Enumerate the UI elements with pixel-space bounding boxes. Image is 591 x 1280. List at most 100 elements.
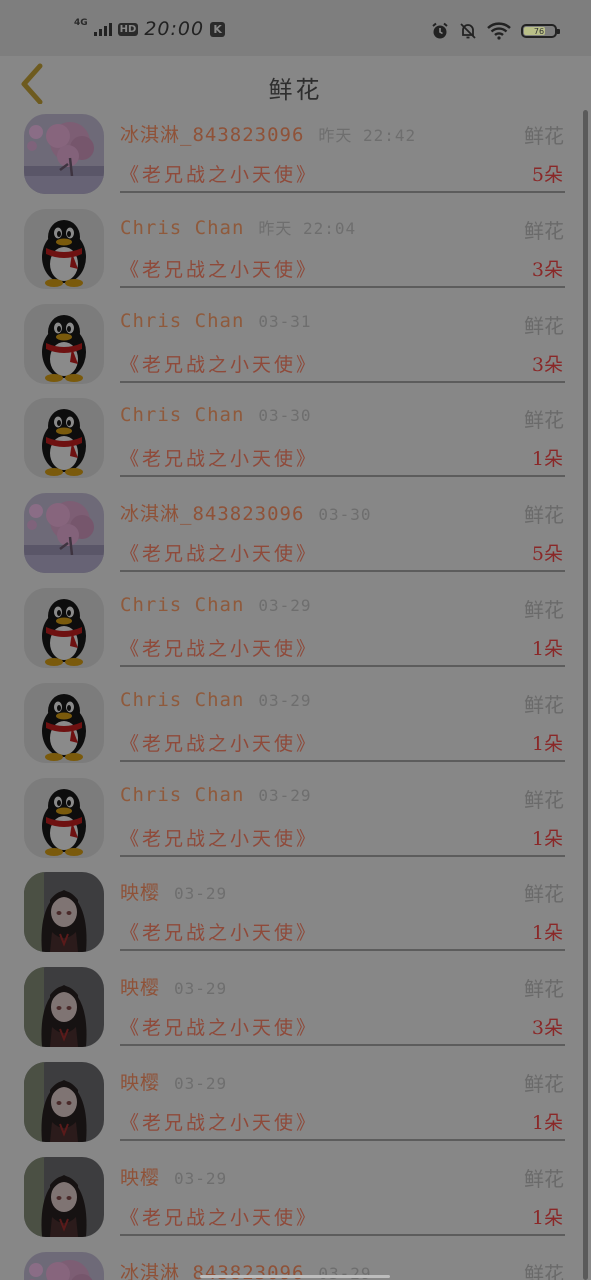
list-item[interactable]: Chris Chan 03-29 鲜花 《老兄战之小天使》 1朵 [0,681,591,776]
avatar[interactable] [24,493,104,574]
gift-type: 鲜花 [524,124,564,148]
flower-count: 3朵 [531,353,563,376]
cherry-blossom-image [24,1251,104,1280]
list-item[interactable]: Chris Chan 03-31 鲜花 《老兄战之小天使》 3朵 [0,302,591,397]
user-name-text: 映樱 [120,1071,161,1094]
record-time: 03-31 [258,311,312,331]
avatar[interactable] [24,1156,104,1237]
divider [120,285,565,288]
user-name-text: Chris Chan [120,216,245,239]
avatar[interactable] [24,682,104,763]
penguin-icon [24,682,104,763]
divider [120,759,565,762]
work-title: 《老兄战之小天使》 [120,1111,319,1134]
work-title: 《老兄战之小天使》 [120,448,319,471]
list-item[interactable]: 冰淇淋_843823096 03-30 鲜花 《老兄战之小天使》 5朵 [0,491,591,586]
avatar[interactable] [24,1251,104,1280]
gift-type: 鲜花 [524,408,564,433]
divider [120,664,565,667]
hd-icon: HD [117,22,139,36]
avatar[interactable] [24,872,104,953]
user-name-text: 映樱 [120,882,161,905]
avatar[interactable] [24,587,104,668]
flower-count: 1朵 [531,448,563,471]
anime-girl-image [24,967,104,1048]
flower-count: 3朵 [531,258,563,281]
record-time: 昨天 22:42 [318,126,417,145]
work-title: 《老兄战之小天使》 [120,922,319,945]
penguin-icon [24,208,104,289]
gift-type: 鲜花 [524,597,564,622]
list-item[interactable]: 映樱 03-29 鲜花 《老兄战之小天使》 1朵 [0,1060,591,1155]
user-name: Chris Chan 昨天 22:04 [120,215,356,239]
user-name: Chris Chan 03-29 [120,689,312,711]
divider [120,854,565,857]
record-time: 03-29 [258,785,312,805]
battery-percent: 76 [533,26,545,36]
bell-off-icon [460,23,476,39]
user-name: Chris Chan 03-30 [120,404,312,426]
cherry-blossom-image [24,114,104,194]
flower-count: 1朵 [531,732,563,755]
gift-type: 鲜花 [524,1166,564,1191]
scrollbar[interactable] [583,110,588,1280]
record-time: 昨天 22:04 [258,218,357,238]
list-item[interactable]: 映樱 03-29 鲜花 《老兄战之小天使》 1朵 [0,1155,591,1250]
anime-girl-image [24,1061,104,1142]
avatar[interactable] [24,208,104,289]
avatar[interactable] [24,777,104,858]
battery-icon: 76 [521,24,560,38]
work-title: 《老兄战之小天使》 [120,732,319,755]
record-time: 03-29 [174,1168,228,1188]
home-indicator [200,1275,390,1278]
record-time: 03-29 [174,979,228,999]
scrollbar-thumb[interactable] [583,110,588,1280]
user-name-text: Chris Chan [120,404,245,427]
user-name-text: Chris Chan [120,593,245,616]
user-name-text: 冰淇淋_843823096 [120,124,305,146]
anime-girl-image [24,872,104,953]
list-item[interactable]: Chris Chan 03-29 鲜花 《老兄战之小天使》 1朵 [0,776,591,871]
gift-type: 鲜花 [524,787,564,812]
work-title: 《老兄战之小天使》 [120,353,319,376]
user-name: Chris Chan 03-31 [120,310,312,332]
flower-record-list[interactable]: 冰淇淋_843823096 昨天 22:42 鲜花 《老兄战之小天使》 5朵 Ch… [0,112,591,1280]
flower-count: 1朵 [531,827,563,850]
list-item[interactable]: 冰淇淋_843823096 昨天 22:42 鲜花 《老兄战之小天使》 5朵 [0,112,591,207]
penguin-icon [24,777,104,858]
gift-type: 鲜花 [524,1071,564,1096]
flower-count: 1朵 [531,1206,563,1229]
flower-count: 5朵 [531,164,563,186]
page-title: 鲜花 [268,76,323,104]
penguin-icon [24,398,104,479]
user-name-text: 映樱 [120,1166,161,1189]
divider [120,380,565,383]
user-name-text: 冰淇淋_843823096 [120,503,305,526]
list-item[interactable]: 映樱 03-29 鲜花 《老兄战之小天使》 3朵 [0,965,591,1060]
flower-count: 3朵 [531,1017,563,1040]
user-name: 映樱 03-29 [120,1163,227,1190]
avatar[interactable] [24,114,104,194]
status-time: 20:00 [144,18,205,40]
work-title: 《老兄战之小天使》 [120,164,319,186]
avatar[interactable] [24,303,104,384]
status-bar: 4G HD 20:00 K 76 [0,0,591,56]
user-name-text: 映樱 [120,977,161,1000]
list-item[interactable]: 映樱 03-29 鲜花 《老兄战之小天使》 1朵 [0,870,591,965]
work-title: 《老兄战之小天使》 [120,1017,319,1040]
anime-girl-image [24,1156,104,1237]
avatar[interactable] [24,1061,104,1142]
user-name: 冰淇淋_843823096 昨天 22:42 [120,120,416,147]
list-item[interactable]: Chris Chan 昨天 22:04 鲜花 《老兄战之小天使》 3朵 [0,207,591,302]
divider [120,475,565,478]
divider [120,1044,565,1047]
avatar[interactable] [24,398,104,479]
record-time: 03-30 [318,505,372,525]
list-item[interactable]: Chris Chan 03-30 鲜花 《老兄战之小天使》 1朵 [0,396,591,491]
divider [120,570,565,573]
gift-type: 鲜花 [524,218,564,243]
flower-count: 5朵 [531,543,563,566]
gift-type: 鲜花 [524,1261,564,1280]
avatar[interactable] [24,967,104,1048]
list-item[interactable]: Chris Chan 03-29 鲜花 《老兄战之小天使》 1朵 [0,586,591,681]
